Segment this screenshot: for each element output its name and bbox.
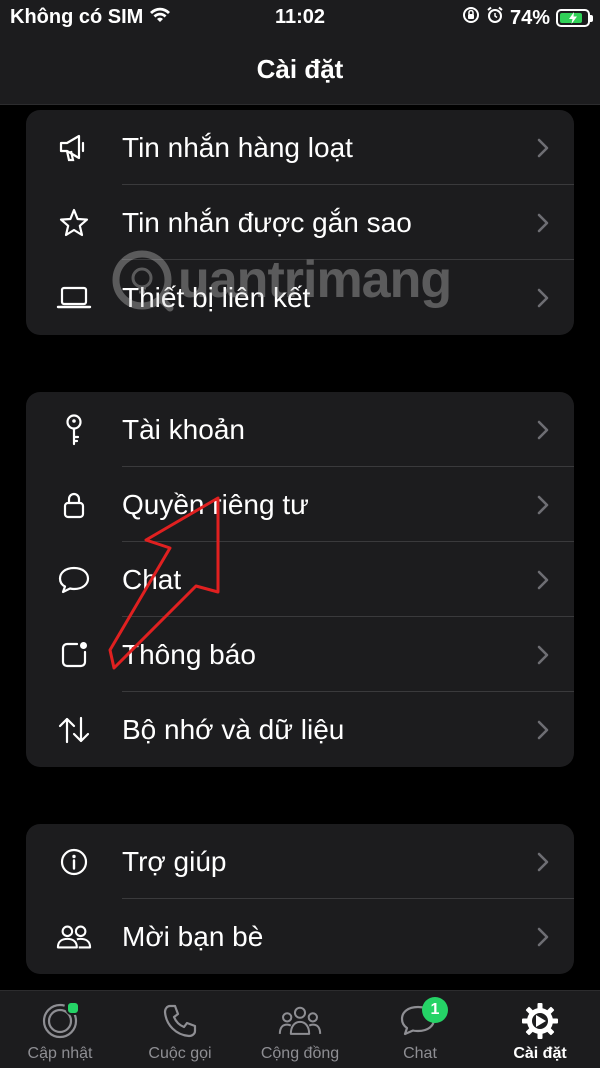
settings-group-messaging: Tin nhắn hàng loạt Tin nhắn được gắn sao… — [26, 110, 574, 335]
tab-updates[interactable]: Cập nhật — [0, 991, 120, 1068]
status-bar: Không có SIM 11:02 74% — [0, 0, 600, 34]
settings-item-label: Mời bạn bè — [122, 920, 264, 952]
chevron-right-icon — [537, 852, 549, 871]
settings-item-linked-devices[interactable]: Thiết bị liên kết — [26, 260, 574, 335]
tab-chats[interactable]: 1 Chat — [360, 991, 480, 1068]
settings-item-label: Quyền riêng tư — [122, 488, 309, 520]
settings-item-label: Chat — [122, 563, 182, 595]
chevron-right-icon — [537, 570, 549, 589]
community-icon — [278, 999, 322, 1043]
settings-item-label: Tin nhắn hàng loạt — [122, 131, 353, 163]
settings-item-storage[interactable]: Bộ nhớ và dữ liệu — [26, 692, 574, 767]
settings-item-starred[interactable]: Tin nhắn được gắn sao — [26, 185, 574, 260]
chevron-right-icon — [537, 213, 549, 232]
laptop-icon — [56, 280, 92, 316]
tab-calls[interactable]: Cuộc gọi — [120, 991, 240, 1068]
settings-item-label: Trợ giúp — [122, 845, 227, 877]
chevron-right-icon — [537, 645, 549, 664]
settings-group-support: Trợ giúp Mời bạn bè — [26, 824, 574, 974]
settings-item-label: Thiết bị liên kết — [122, 281, 311, 313]
key-icon — [56, 412, 92, 448]
tab-label: Cài đặt — [513, 1045, 567, 1062]
info-icon — [56, 844, 92, 880]
people-icon — [56, 919, 92, 955]
chevron-right-icon — [537, 138, 549, 157]
rotation-lock-icon — [462, 6, 480, 30]
tab-bar: Cập nhật Cuộc gọi Cộng đồng 1 Chat Cài đ… — [0, 990, 600, 1068]
chevron-right-icon — [537, 495, 549, 514]
lock-icon — [56, 487, 92, 523]
updates-icon — [38, 999, 82, 1043]
data-arrows-icon — [56, 712, 92, 748]
chats-icon: 1 — [398, 997, 448, 1043]
chevron-right-icon — [537, 720, 549, 739]
battery-icon — [556, 9, 593, 27]
megaphone-icon — [56, 130, 92, 166]
settings-item-help[interactable]: Trợ giúp — [26, 824, 574, 899]
tab-label: Cộng đồng — [260, 1045, 340, 1062]
chevron-right-icon — [537, 927, 549, 946]
page-title: Cài đặt — [0, 34, 600, 105]
settings-item-label: Thông báo — [122, 638, 256, 670]
settings-item-broadcast[interactable]: Tin nhắn hàng loạt — [26, 110, 574, 185]
settings-item-privacy[interactable]: Quyền riêng tư — [26, 467, 574, 542]
settings-item-label: Tin nhắn được gắn sao — [122, 206, 412, 238]
star-icon — [56, 205, 92, 241]
notification-icon — [56, 637, 92, 673]
settings-item-chats[interactable]: Chat — [26, 542, 574, 617]
tab-label: Chat — [403, 1045, 437, 1062]
settings-item-label: Tài khoản — [122, 413, 245, 445]
status-right: 74% — [462, 6, 593, 30]
settings-gear-icon — [518, 999, 562, 1043]
settings-group-account: Tài khoản Quyền riêng tư Chat Thông báo … — [26, 392, 574, 767]
updates-dot-badge — [66, 1001, 80, 1015]
tab-settings[interactable]: Cài đặt — [480, 991, 600, 1068]
tab-communities[interactable]: Cộng đồng — [240, 991, 360, 1068]
tab-label: Cuộc gọi — [148, 1045, 212, 1062]
alarm-icon — [486, 6, 504, 30]
settings-item-account[interactable]: Tài khoản — [26, 392, 574, 467]
unread-badge: 1 — [422, 997, 448, 1023]
chevron-right-icon — [537, 420, 549, 439]
chat-bubble-icon — [56, 562, 92, 598]
settings-item-invite[interactable]: Mời bạn bè — [26, 899, 574, 974]
tab-label: Cập nhật — [27, 1045, 93, 1062]
settings-item-label: Bộ nhớ và dữ liệu — [122, 713, 345, 745]
phone-icon — [158, 999, 202, 1043]
settings-item-notifications[interactable]: Thông báo — [26, 617, 574, 692]
chevron-right-icon — [537, 288, 549, 307]
battery-percent: 74% — [509, 6, 550, 29]
